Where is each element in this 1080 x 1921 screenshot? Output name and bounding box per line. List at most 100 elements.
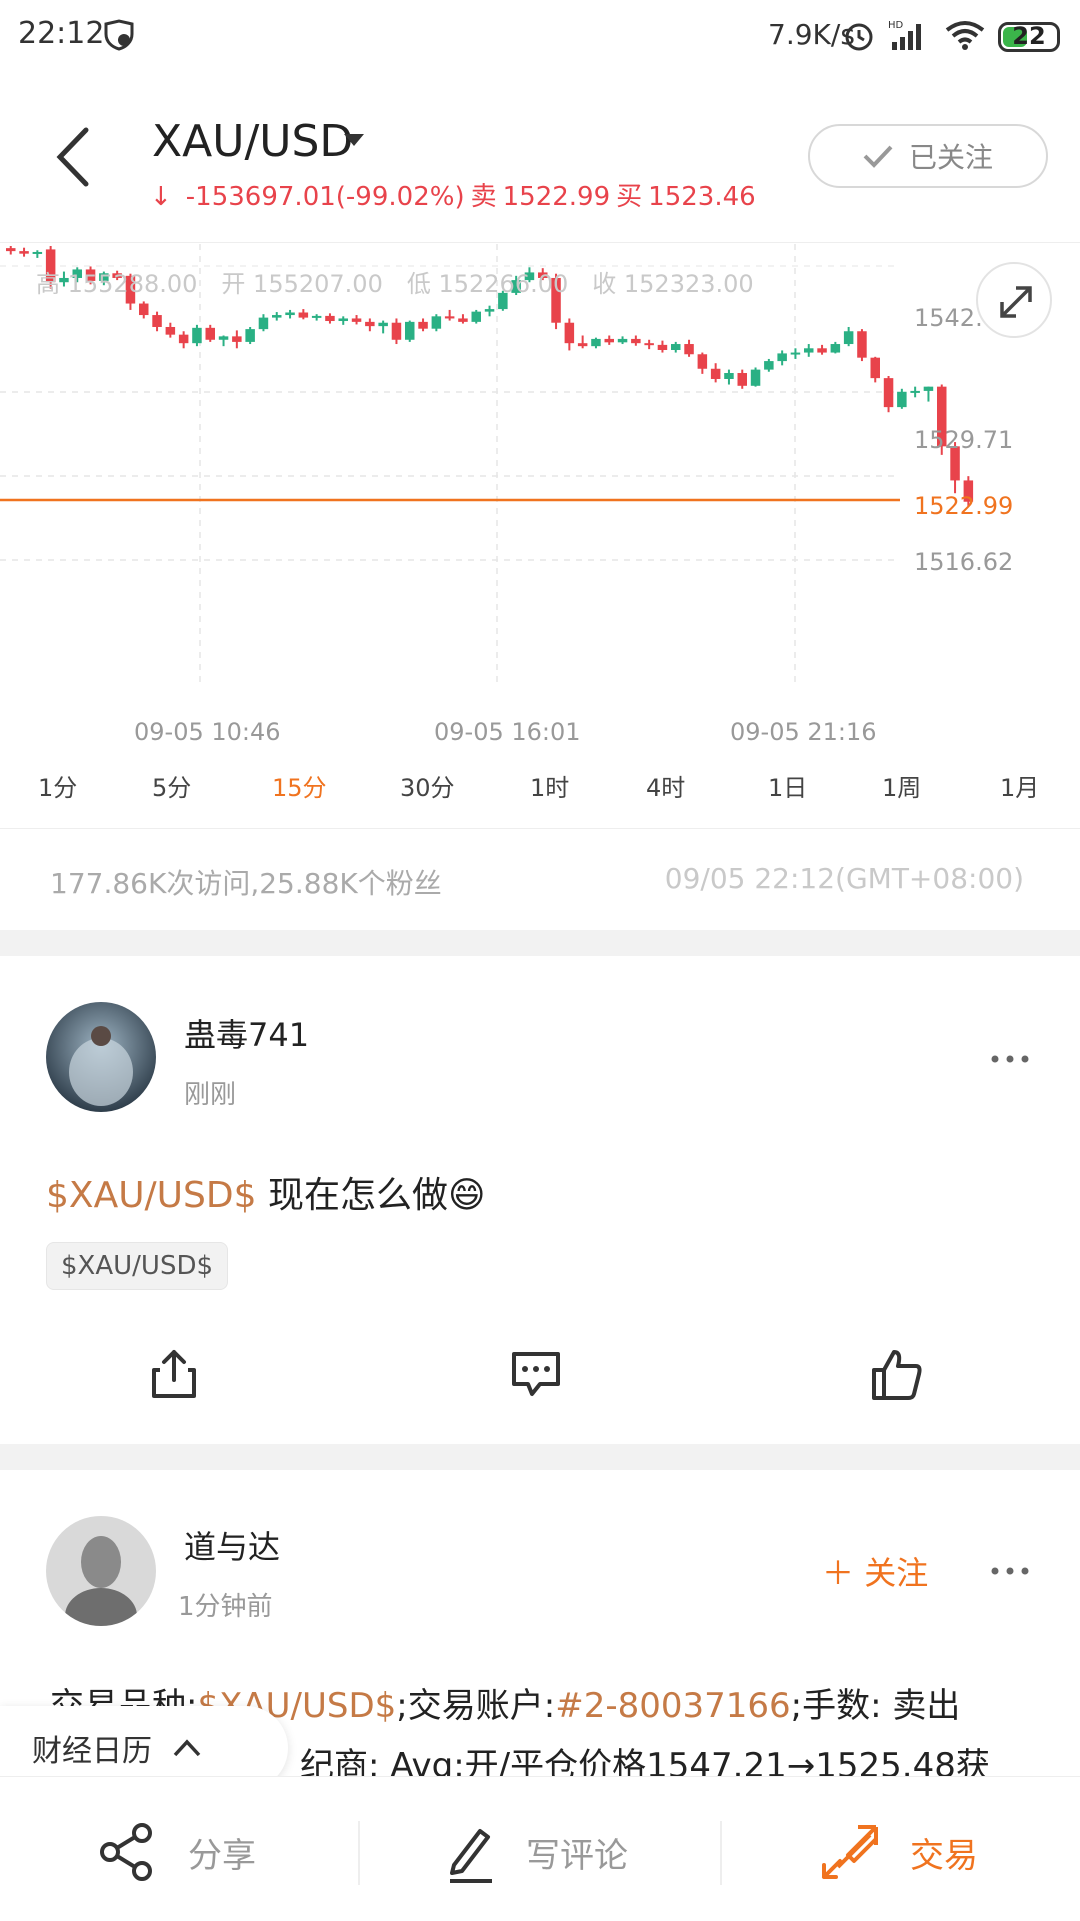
alarm-icon: [845, 23, 873, 51]
follow-button[interactable]: ＋ 关注: [822, 1548, 928, 1594]
shield-icon: [104, 19, 134, 51]
candle-body: [405, 321, 415, 340]
candle-body: [351, 318, 362, 322]
post-username[interactable]: 道与达: [184, 1522, 280, 1568]
candle-body: [684, 344, 694, 355]
candle-body: [577, 343, 588, 347]
wifi-icon: [945, 21, 985, 50]
comment-icon[interactable]: [508, 1346, 564, 1402]
followed-button[interactable]: 已关注: [808, 124, 1048, 188]
account-tag[interactable]: #2-80037166: [555, 1686, 790, 1726]
chevron-up-icon: [173, 1739, 201, 1757]
candle-body: [883, 378, 894, 408]
sell-label: 卖: [470, 182, 497, 212]
candle-body: [817, 348, 827, 353]
candle-body: [750, 369, 761, 386]
tab-period-5m[interactable]: 5分: [152, 768, 191, 803]
x-tick-2: 09-05 16:01: [434, 718, 581, 746]
candle-body: [671, 344, 681, 350]
trade-arrows-icon: [822, 1825, 878, 1879]
candle-body: [6, 248, 16, 252]
tab-period-1w[interactable]: 1周: [882, 768, 921, 803]
candle-body: [32, 251, 43, 254]
expand-chart-button[interactable]: [976, 262, 1052, 338]
tab-period-1d[interactable]: 1日: [768, 768, 807, 803]
candle-body: [870, 357, 880, 379]
buy-price: 1523.46: [648, 182, 756, 212]
candle-body: [165, 326, 176, 335]
candle-body: [391, 322, 402, 340]
tab-period-1h[interactable]: 1时: [530, 768, 569, 803]
tab-period-4h[interactable]: 4时: [646, 768, 685, 803]
datetime-label: 09/05 22:12(GMT+08:00): [664, 862, 1024, 895]
post-symbol-tag[interactable]: $XAU/USD$: [46, 1175, 257, 1216]
symbol-title[interactable]: XAU/USD: [152, 116, 353, 167]
svg-text:HD: HD: [888, 20, 904, 31]
back-arrow-icon[interactable]: [52, 126, 92, 188]
plus-icon: ＋: [822, 1554, 865, 1592]
candle-body: [365, 321, 375, 327]
y-tick-label: 1529.71: [914, 426, 1013, 454]
candle-body: [431, 316, 442, 329]
avatar[interactable]: [46, 1516, 156, 1626]
candle-body: [857, 331, 867, 358]
candle-body: [338, 318, 348, 322]
price-change: -153697.01(-99.02%): [185, 182, 465, 212]
candlestick-chart[interactable]: 1542.811529.711522.991516.62: [0, 244, 1080, 744]
more-icon[interactable]: [990, 1566, 1030, 1576]
trade-tab[interactable]: 交易: [818, 1821, 978, 1883]
symbol-chip[interactable]: $XAU/USD$: [46, 1242, 229, 1290]
candle-body: [564, 322, 575, 344]
x-tick-3: 09-05 21:16: [730, 718, 877, 746]
share-icon[interactable]: [146, 1346, 202, 1402]
candle-body: [298, 312, 309, 318]
candle-body: [724, 373, 734, 379]
candle-body: [19, 251, 29, 254]
trade-label: 交易: [910, 1835, 978, 1876]
signal-icon: HD: [888, 20, 921, 50]
candle-body: [644, 343, 654, 346]
candle-body: [285, 312, 295, 316]
share-label: 分享: [188, 1835, 256, 1876]
ohlc-high: 高 155288.00: [36, 270, 198, 298]
write-comment-label: 写评论: [526, 1835, 628, 1876]
candle-body: [790, 352, 801, 355]
status-bar: 22:12 7.9K/s HD 22: [0, 0, 1080, 74]
sell-price: 1522.99: [502, 182, 611, 212]
avatar[interactable]: [46, 1002, 156, 1112]
dropdown-caret-icon[interactable]: [344, 134, 364, 146]
followed-label: 已关注: [908, 141, 993, 174]
candle-body: [737, 373, 747, 386]
check-icon: [863, 145, 893, 168]
more-icon[interactable]: [990, 1054, 1030, 1064]
candle-body: [923, 386, 934, 391]
candle-body: [697, 354, 708, 369]
calendar-label: 财经日历: [32, 1734, 152, 1769]
candle-body: [910, 390, 920, 393]
like-icon[interactable]: [868, 1346, 924, 1402]
tab-period-1m[interactable]: 1分: [38, 768, 77, 803]
y-tick-label: 1522.99: [914, 492, 1013, 520]
candle-body: [232, 336, 242, 342]
candle-body: [830, 344, 841, 353]
tab-period-30m[interactable]: 30分: [400, 768, 455, 803]
post-content: $XAU/USD$ 现在怎么做😄: [46, 1166, 485, 1218]
candle-body: [139, 303, 149, 316]
candle-body: [604, 338, 614, 343]
post-username[interactable]: 蛊毒741: [184, 1010, 309, 1056]
expand-icon: [1000, 286, 1032, 318]
tab-period-1mo[interactable]: 1月: [1000, 768, 1039, 803]
ohlc-low: 低 152266.00: [406, 270, 569, 298]
buy-label: 买: [616, 182, 643, 212]
candle-body: [418, 321, 428, 329]
share-tab[interactable]: 分享: [96, 1821, 256, 1883]
tab-period-15m[interactable]: 15分: [272, 768, 327, 803]
candle-body: [444, 316, 455, 319]
candle-body: [484, 309, 495, 312]
candle-body: [272, 315, 282, 318]
quote-line: ↓ -153697.01(-99.02%) 卖 1522.99 买 1523.46: [150, 176, 756, 213]
write-comment-tab[interactable]: 写评论: [446, 1821, 628, 1883]
candle-body: [777, 353, 787, 362]
candle-body: [152, 315, 162, 327]
candle-body: [710, 368, 721, 379]
